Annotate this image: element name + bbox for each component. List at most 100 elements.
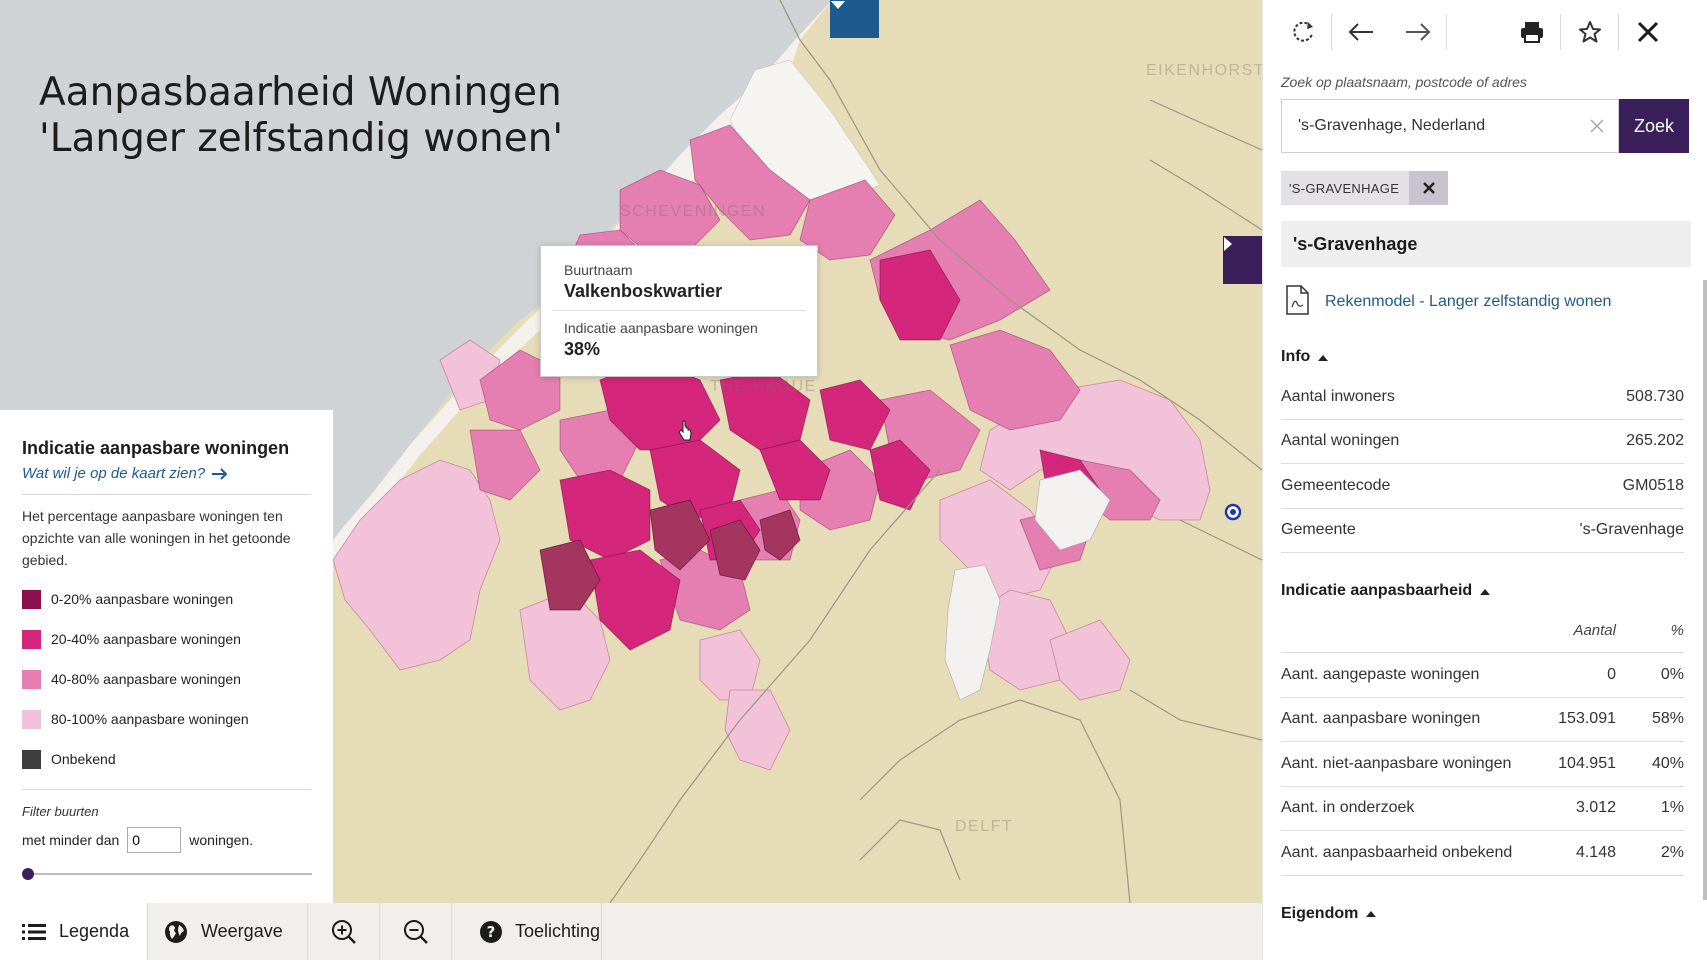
legend-item-label: 20-40% aanpasbare woningen [51, 631, 241, 647]
filter-row: met minder dan woningen. [22, 827, 311, 853]
zoom-out-icon [403, 919, 428, 944]
refresh-icon [1292, 21, 1313, 42]
pdf-link[interactable]: Rekenmodel - Langer zelfstandig wonen [1285, 284, 1707, 320]
close-icon [1422, 182, 1435, 194]
map-label-eikenhorst: EIKENHORST [1146, 62, 1262, 79]
caret-right-icon [1224, 237, 1232, 251]
legend-title: Indicatie aanpasbare woningen [22, 438, 290, 458]
info-row: Gemeente 's-Gravenhage [1281, 509, 1684, 553]
zoom-in-button[interactable] [308, 903, 380, 960]
row-label: Aant. in onderzoek [1281, 799, 1415, 817]
map-title: Aanpasbaarheid Woningen 'Langer zelfstan… [39, 70, 563, 162]
legend-panel: Indicatie aanpasbare woningen Wat wil je… [0, 410, 333, 903]
close-button[interactable] [1627, 0, 1668, 64]
indicatie-table: Aant. aangepaste woningen 0 0% Aant. aanpa… [1263, 653, 1707, 876]
info-row: Aantal inwoners 508.730 [1281, 375, 1684, 420]
tooltip-metric-label: Indicatie aanpasbare woningen [564, 320, 758, 336]
map-tooltip: Buurtnaam Valkenboskwartier Indicatie aa… [540, 245, 818, 377]
row-label: Aant. aanpasbare woningen [1281, 710, 1481, 728]
cursor-hand-icon [678, 420, 692, 441]
legend-divider [22, 789, 311, 790]
info-row: Gemeentecode GM0518 [1281, 464, 1684, 509]
info-row: Aantal woningen 265.202 [1281, 420, 1684, 464]
info-value: 508.730 [1626, 387, 1684, 405]
top-panel-toggle-button[interactable] [830, 0, 879, 38]
table-row: Aant. aanpasbare woningen 153.091 58% [1281, 698, 1684, 742]
help-button[interactable]: ? Toelichting [452, 903, 602, 960]
indicatie-section-toggle[interactable]: Indicatie aanpasbaarheid [1281, 573, 1707, 609]
svg-text:?: ? [487, 923, 496, 941]
map-label-scheveningen: SCHEVENINGEN [620, 203, 767, 220]
legend-item-label: 0-20% aanpasbare woningen [51, 591, 234, 607]
toolbar-divider [1331, 14, 1332, 50]
list-icon [22, 922, 46, 942]
map-title-line2: 'Langer zelfstandig wonen' [39, 116, 564, 161]
info-section-toggle[interactable]: Info [1281, 339, 1707, 375]
filter-min-woningen-input[interactable] [127, 827, 182, 853]
tooltip-metric-value: 38% [564, 339, 601, 359]
info-value: 265.202 [1626, 432, 1684, 450]
view-button[interactable]: Weergave [148, 903, 308, 960]
filter-prefix: met minder dan [22, 832, 120, 848]
row-pct: 40% [1651, 754, 1684, 772]
legend-description: Het percentage aanpasbare woningen ten o… [22, 508, 291, 568]
row-count: 4.148 [1575, 843, 1616, 861]
search-hint: Zoek op plaatsnaam, postcode of adres [1281, 74, 1527, 90]
row-pct: 1% [1660, 799, 1684, 817]
row-count: 3.012 [1575, 799, 1616, 817]
row-count: 0 [1607, 665, 1616, 683]
caret-up-icon [1480, 588, 1491, 595]
filter-slider-handle[interactable] [22, 868, 34, 880]
legend-swatch [22, 629, 41, 649]
filter-slider-track[interactable] [28, 873, 312, 875]
pdf-link-label[interactable]: Rekenmodel - Langer zelfstandig wonen [1325, 293, 1611, 311]
legend-swatch [22, 709, 41, 729]
filter-slider[interactable] [22, 867, 312, 881]
tooltip-divider [552, 310, 806, 311]
legend-item-label: 80-100% aanpasbare woningen [51, 711, 249, 727]
panel-scrollbar[interactable] [1703, 280, 1707, 900]
search-input-value[interactable]: 's-Gravenhage, Nederland [1298, 117, 1485, 135]
toolbar-divider [1446, 14, 1447, 50]
clear-icon[interactable] [1590, 119, 1604, 133]
side-panel-toggle-button[interactable] [1223, 236, 1262, 284]
indicatie-table-header: Aantal % [1281, 609, 1684, 653]
caret-up-icon [1318, 354, 1329, 361]
row-label: Aant. niet-aanpasbare woningen [1281, 754, 1512, 772]
table-row: Aant. aanpasbaarheid onbekend 4.148 2% [1281, 831, 1684, 876]
question-circle-icon: ? [480, 920, 502, 943]
eigendom-section-title: Eigendom [1281, 904, 1359, 922]
forward-button[interactable] [1397, 0, 1438, 64]
table-row: Aant. aangepaste woningen 0 0% [1281, 653, 1684, 698]
refresh-button[interactable] [1282, 0, 1323, 64]
search-input[interactable]: 's-Gravenhage, Nederland [1281, 99, 1619, 153]
tooltip-name-value: Valkenboskwartier [564, 281, 723, 301]
print-button[interactable] [1511, 0, 1552, 64]
legend-help-link-text[interactable]: Wat wil je op de kaart zien? [22, 465, 205, 482]
pdf-file-icon [1285, 284, 1309, 320]
eigendom-section-toggle[interactable]: Eigendom [1281, 896, 1707, 932]
place-header: 's-Gravenhage [1281, 221, 1691, 267]
row-pct: 2% [1660, 843, 1684, 861]
arrow-left-icon [1348, 23, 1373, 41]
legend-button[interactable]: Legenda [0, 903, 148, 960]
legend-item-label: 40-80% aanpasbare woningen [51, 671, 241, 687]
back-button[interactable] [1340, 0, 1381, 64]
info-key: Aantal inwoners [1281, 387, 1395, 405]
search-button[interactable]: Zoek [1619, 99, 1689, 153]
close-icon [1637, 21, 1658, 43]
legend-button-label: Legenda [59, 921, 130, 941]
row-pct: 0% [1660, 665, 1684, 683]
favorite-button[interactable] [1569, 0, 1610, 64]
zoom-out-button[interactable] [380, 903, 452, 960]
legend-help-link[interactable]: Wat wil je op de kaart zien? [22, 465, 311, 482]
caret-up-icon [1366, 911, 1377, 917]
remove-tag-button[interactable] [1409, 171, 1449, 205]
view-button-label: Weergave [201, 921, 283, 941]
panel-toolbar [1263, 0, 1707, 64]
row-count: 153.091 [1558, 710, 1616, 728]
toolbar-divider [1560, 14, 1561, 50]
print-icon [1520, 22, 1543, 43]
tooltip-name-label: Buurtnaam [564, 262, 633, 278]
selected-place-tag-label: 'S-GRAVENHAGE [1281, 171, 1410, 205]
